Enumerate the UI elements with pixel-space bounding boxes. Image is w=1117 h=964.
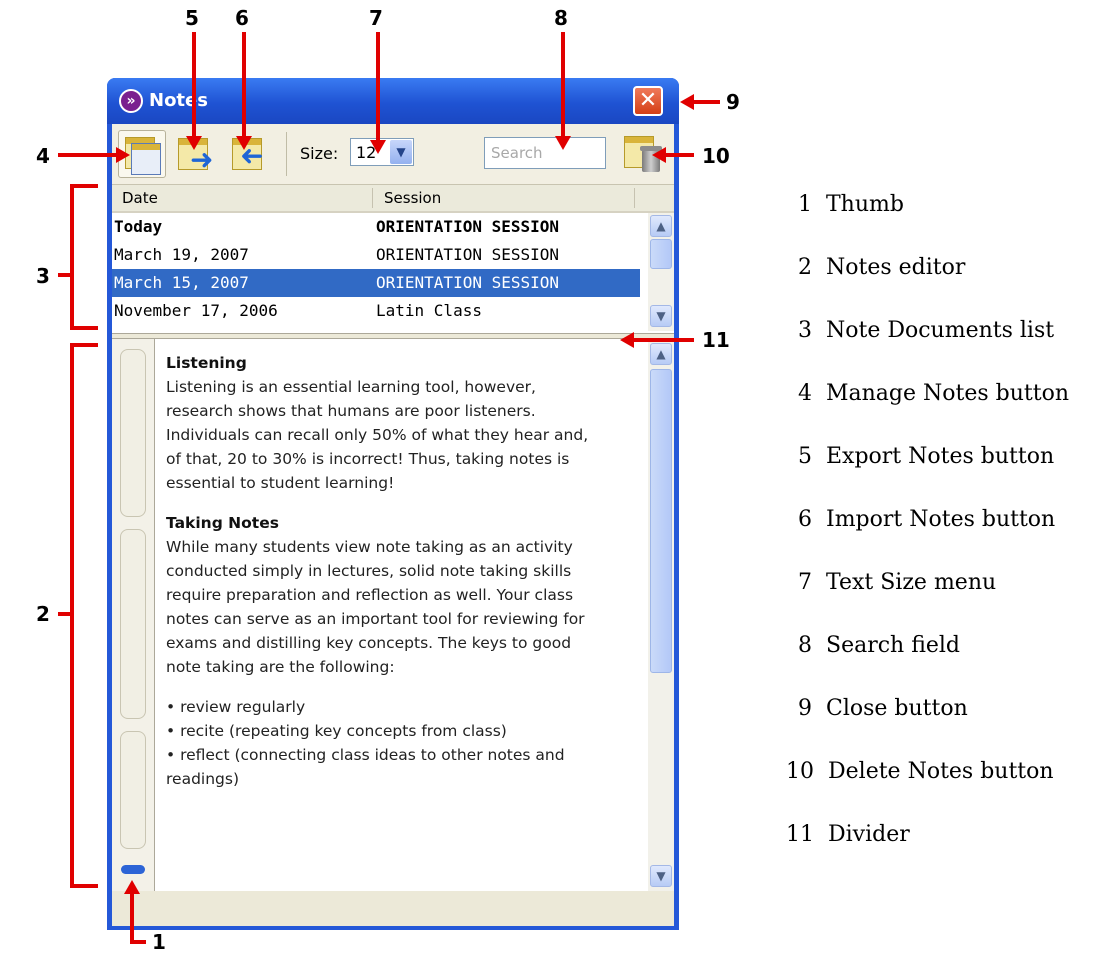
- legend-item: 11 Divider: [786, 822, 910, 847]
- callout-number-7: 7: [369, 6, 383, 30]
- callout-bracket-3: [70, 184, 74, 330]
- callout-number-3: 3: [36, 264, 50, 288]
- callout-number-1: 1: [152, 930, 166, 954]
- column-header-session[interactable]: Session: [384, 189, 441, 207]
- toolbar: ➜ ➜ Size: 12 ▼: [112, 124, 674, 185]
- size-label: Size:: [300, 144, 339, 163]
- notes-window: » Notes ✕ ➜ ➜ Size: 12 ▼ Search Date Ses…: [107, 78, 679, 930]
- callout-bracket-3-top: [70, 184, 98, 188]
- row-date: Today: [114, 217, 163, 236]
- callout-bracket-2-top: [70, 343, 98, 347]
- callout-bracket-3-bottom: [70, 326, 98, 330]
- callout-number-8: 8: [554, 6, 568, 30]
- notes-bullet: • review regularly: [166, 698, 306, 716]
- list-row-selected[interactable]: March 15, 2007 ORIENTATION SESSION: [112, 269, 640, 297]
- editor-scrollbar[interactable]: ▲ ▼: [648, 339, 674, 891]
- callout-line-8: [561, 32, 565, 138]
- notes-paragraph-listening: Listening is an essential learning tool,…: [166, 378, 589, 492]
- row-session: ORIENTATION SESSION: [376, 217, 560, 236]
- notes-heading-listening: Listening: [166, 354, 247, 372]
- list-row[interactable]: November 17, 2006 Latin Class: [112, 297, 640, 325]
- editor-scroll-thumb[interactable]: [650, 369, 672, 673]
- notes-paragraph-taking-notes: While many students view note taking as …: [166, 538, 585, 676]
- legend-item: 10 Delete Notes button: [786, 759, 1054, 784]
- callout-number-4: 4: [36, 144, 50, 168]
- legend-item: 6 Import Notes button: [798, 507, 1056, 532]
- callout-bracket-2: [70, 343, 74, 887]
- legend-item: 2 Notes editor: [798, 255, 966, 280]
- search-field[interactable]: [484, 137, 606, 169]
- row-date: November 17, 2006: [114, 301, 278, 320]
- toolbar-separator: [286, 132, 287, 176]
- callout-line-1-foot: [130, 940, 146, 944]
- callout-arrow-6: [236, 136, 252, 150]
- callout-arrow-7: [370, 140, 386, 154]
- notes-editor[interactable]: Listening Listening is an essential lear…: [112, 338, 674, 891]
- callout-number-10: 10: [702, 144, 730, 168]
- close-icon: ✕: [638, 88, 658, 113]
- close-button[interactable]: ✕: [633, 86, 663, 116]
- list-row[interactable]: Today ORIENTATION SESSION: [112, 213, 640, 241]
- row-date: March 19, 2007: [114, 245, 249, 264]
- status-bar: [112, 892, 674, 926]
- notes-app-icon: »: [119, 89, 143, 113]
- callout-line-5: [192, 32, 196, 138]
- window-title: Notes: [149, 90, 208, 111]
- callout-bracket-2-bottom: [70, 884, 98, 888]
- row-date: March 15, 2007: [114, 273, 249, 292]
- chevron-down-icon: ▼: [390, 140, 412, 164]
- callout-line-10: [664, 153, 694, 157]
- callout-number-2: 2: [36, 602, 50, 626]
- callout-number-5: 5: [185, 6, 199, 30]
- column-header-date[interactable]: Date: [122, 189, 158, 207]
- scroll-down-icon[interactable]: ▼: [650, 305, 672, 327]
- callout-arrow-8: [555, 136, 571, 150]
- scroll-up-icon[interactable]: ▲: [650, 343, 672, 365]
- gutter-segment: [120, 349, 146, 517]
- callout-line-4: [58, 153, 118, 157]
- gutter-segment: [120, 529, 146, 719]
- callout-number-6: 6: [235, 6, 249, 30]
- legend-item: 7 Text Size menu: [798, 570, 997, 595]
- thumb[interactable]: [121, 865, 145, 874]
- legend-item: 3 Note Documents list: [798, 318, 1055, 343]
- row-session: ORIENTATION SESSION: [376, 245, 560, 264]
- callout-line-6: [242, 32, 246, 138]
- legend-item: 4 Manage Notes button: [798, 381, 1070, 406]
- list-row[interactable]: March 19, 2007 ORIENTATION SESSION: [112, 241, 640, 269]
- scroll-up-icon[interactable]: ▲: [650, 215, 672, 237]
- list-scrollbar[interactable]: ▲ ▼: [648, 213, 674, 331]
- callout-line-1: [130, 892, 134, 944]
- legend-item: 5 Export Notes button: [798, 444, 1055, 469]
- gutter-segment: [120, 731, 146, 849]
- notes-heading-taking-notes: Taking Notes: [166, 514, 279, 532]
- list-header: Date Session: [112, 185, 674, 213]
- callout-number-11: 11: [702, 328, 730, 352]
- row-session: ORIENTATION SESSION: [376, 273, 560, 292]
- list-scroll-thumb[interactable]: [650, 239, 672, 269]
- notes-text[interactable]: Listening Listening is an essential lear…: [166, 351, 606, 791]
- scroll-down-icon[interactable]: ▼: [650, 865, 672, 887]
- notes-bullet: • recite (repeating key concepts from cl…: [166, 722, 507, 740]
- callout-arrow-5: [186, 136, 202, 150]
- row-session: Latin Class: [376, 301, 482, 320]
- callout-number-9: 9: [726, 90, 740, 114]
- legend-item: 9 Close button: [798, 696, 968, 721]
- notes-gutter: [112, 339, 155, 891]
- window-client: ➜ ➜ Size: 12 ▼ Search Date Session Today…: [112, 124, 674, 926]
- callout-line-7: [376, 32, 380, 142]
- legend-item: 1 Thumb: [798, 192, 904, 217]
- callout-arrow-4: [116, 147, 130, 163]
- note-documents-list: Date Session Today ORIENTATION SESSION M…: [112, 185, 674, 334]
- callout-line-11: [632, 338, 694, 342]
- notes-bullet: • reflect (connecting class ideas to oth…: [166, 746, 565, 788]
- callout-line-9: [692, 100, 720, 104]
- legend-item: 8 Search field: [798, 633, 961, 658]
